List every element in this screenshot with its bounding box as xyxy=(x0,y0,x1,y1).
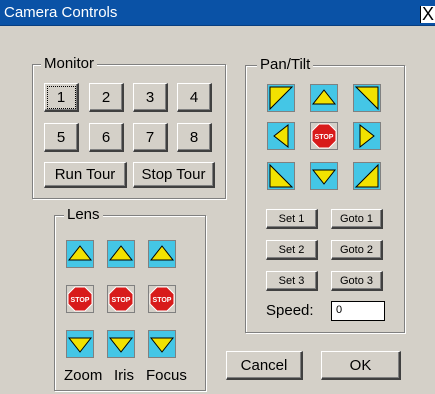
focus-stop-button[interactable]: STOP xyxy=(148,285,176,313)
monitor-button-5[interactable]: 5 xyxy=(44,123,79,152)
pantilt-stop-button[interactable]: STOP xyxy=(310,122,338,150)
svg-text:STOP: STOP xyxy=(315,134,334,141)
monitor-button-6[interactable]: 6 xyxy=(89,123,124,152)
pantilt-label: Pan/Tilt xyxy=(257,56,314,74)
pan-left-button[interactable] xyxy=(267,122,295,150)
stop-sign-icon: STOP xyxy=(108,286,134,312)
dialog-client: Monitor 1 2 3 4 5 6 7 8 Run Tour Stop To… xyxy=(10,26,435,394)
pantilt-group: Pan/Tilt STOP Set 1 Goto 1 Set 2 Goto 2 … xyxy=(245,56,405,333)
arrow-up-right-icon xyxy=(354,85,380,111)
zoom-label: Zoom xyxy=(64,367,103,384)
arrow-left-icon xyxy=(268,123,294,149)
title-bar: Camera Controls X xyxy=(0,0,435,26)
arrow-right-icon xyxy=(354,123,380,149)
monitor-group: Monitor 1 2 3 4 5 6 7 8 Run Tour Stop To… xyxy=(32,55,226,199)
arrow-down-left-icon xyxy=(268,163,294,189)
pan-down-right-button[interactable] xyxy=(353,162,381,190)
stop-tour-button[interactable]: Stop Tour xyxy=(133,162,215,188)
arrow-up-icon xyxy=(67,241,93,267)
monitor-button-2[interactable]: 2 xyxy=(89,83,124,112)
goto-1-button[interactable]: Goto 1 xyxy=(331,209,383,229)
monitor-label: Monitor xyxy=(41,55,98,73)
pan-right-button[interactable] xyxy=(353,122,381,150)
tilt-up-button[interactable] xyxy=(310,84,338,112)
monitor-button-1[interactable]: 1 xyxy=(44,83,79,112)
pan-down-left-button[interactable] xyxy=(267,162,295,190)
run-tour-button[interactable]: Run Tour xyxy=(44,162,127,188)
svg-text:STOP: STOP xyxy=(153,297,172,304)
arrow-down-icon xyxy=(311,163,337,189)
zoom-stop-button[interactable]: STOP xyxy=(66,285,94,313)
speed-label: Speed: xyxy=(266,302,314,319)
arrow-down-right-icon xyxy=(354,163,380,189)
arrow-up-icon xyxy=(311,85,337,111)
arrow-down-icon xyxy=(67,331,93,357)
arrow-up-left-icon xyxy=(268,85,294,111)
cancel-button[interactable]: Cancel xyxy=(226,351,303,380)
stop-sign-icon: STOP xyxy=(149,286,175,312)
focus-far-button[interactable] xyxy=(148,240,176,268)
stop-sign-icon: STOP xyxy=(311,123,337,149)
zoom-out-button[interactable] xyxy=(66,330,94,358)
iris-open-button[interactable] xyxy=(107,240,135,268)
window-title: Camera Controls xyxy=(4,4,118,21)
monitor-button-7[interactable]: 7 xyxy=(133,123,168,152)
monitor-button-3[interactable]: 3 xyxy=(133,83,168,112)
arrow-up-icon xyxy=(108,241,134,267)
stop-sign-icon: STOP xyxy=(67,286,93,312)
arrow-down-icon xyxy=(108,331,134,357)
focus-label: Focus xyxy=(146,367,187,384)
tilt-down-button[interactable] xyxy=(310,162,338,190)
pan-up-right-button[interactable] xyxy=(353,84,381,112)
arrow-down-icon xyxy=(149,331,175,357)
pan-up-left-button[interactable] xyxy=(267,84,295,112)
lens-label: Lens xyxy=(64,206,103,224)
svg-text:STOP: STOP xyxy=(71,297,90,304)
goto-3-button[interactable]: Goto 3 xyxy=(331,271,383,291)
zoom-in-button[interactable] xyxy=(66,240,94,268)
speed-input[interactable]: 0 xyxy=(331,301,385,321)
goto-2-button[interactable]: Goto 2 xyxy=(331,240,383,260)
iris-label: Iris xyxy=(114,367,134,384)
set-1-button[interactable]: Set 1 xyxy=(266,209,318,229)
iris-close-button[interactable] xyxy=(107,330,135,358)
ok-button[interactable]: OK xyxy=(321,351,401,380)
monitor-button-4[interactable]: 4 xyxy=(177,83,212,112)
focus-near-button[interactable] xyxy=(148,330,176,358)
close-button[interactable]: X xyxy=(420,5,435,23)
set-2-button[interactable]: Set 2 xyxy=(266,240,318,260)
iris-stop-button[interactable]: STOP xyxy=(107,285,135,313)
lens-group: Lens STOP STOP STOP Zoom Iris Focus xyxy=(54,206,206,391)
arrow-up-icon xyxy=(149,241,175,267)
set-3-button[interactable]: Set 3 xyxy=(266,271,318,291)
svg-text:STOP: STOP xyxy=(112,297,131,304)
monitor-button-8[interactable]: 8 xyxy=(177,123,212,152)
